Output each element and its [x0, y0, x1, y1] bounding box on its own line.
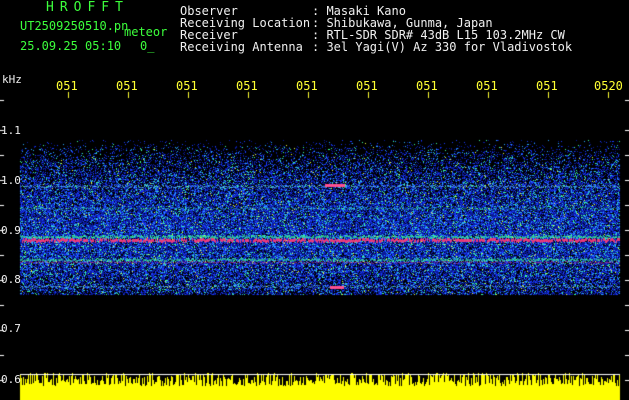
- freq-tick: 1.1: [1, 124, 21, 137]
- freq-tick: 0.8: [1, 273, 21, 286]
- time-tick: 051: [56, 79, 78, 93]
- time-tick: 051: [116, 79, 138, 93]
- time-tick: 051: [476, 79, 498, 93]
- time-tick: 051: [416, 79, 438, 93]
- time-tick: 051: [536, 79, 558, 93]
- freq-tick: 0.7: [1, 322, 21, 335]
- freq-tick: 0.6: [1, 373, 21, 386]
- file-name: UT2509250510.pn: [20, 19, 129, 33]
- status-extra: 0_: [140, 39, 155, 53]
- time-tick: 051: [296, 79, 318, 93]
- datetime: 25.09.25 05:10: [20, 39, 122, 53]
- freq-tick: 1.0: [1, 174, 21, 187]
- time-tick: 051: [236, 79, 258, 93]
- freq-unit-label: kHz: [2, 73, 22, 86]
- time-tick: 0520: [594, 79, 623, 93]
- header-value-antenna: : 3el Yagi(V) Az 330 for Vladivostok: [312, 40, 573, 54]
- header-label-antenna: Receiving Antenna: [180, 40, 303, 54]
- time-tick: 051: [176, 79, 198, 93]
- freq-tick: 0.9: [1, 224, 21, 237]
- hrofft-logo: HROFFT: [46, 0, 129, 15]
- time-tick: 051: [356, 79, 378, 93]
- mode-label: meteor: [124, 25, 168, 39]
- spectrogram-canvas: [0, 0, 629, 400]
